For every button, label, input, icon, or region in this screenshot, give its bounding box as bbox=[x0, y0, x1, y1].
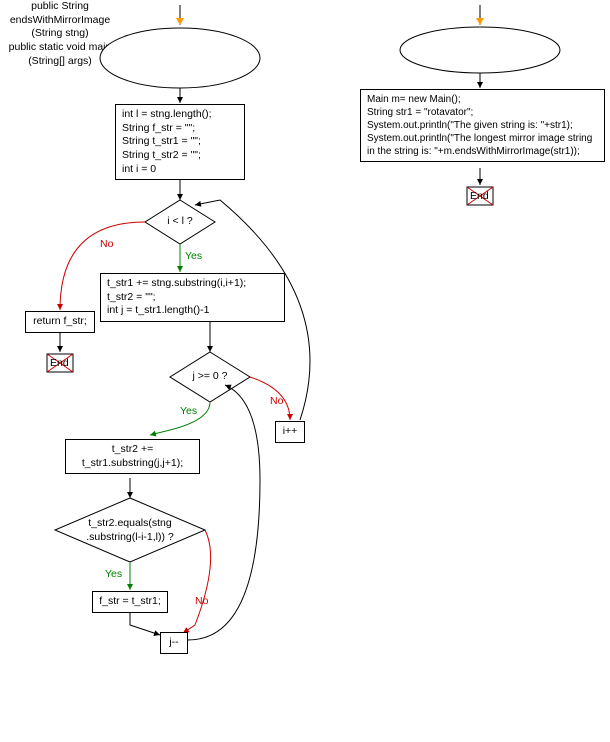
end-left-1: End bbox=[50, 357, 69, 369]
edge-no-j: No bbox=[270, 395, 283, 407]
return-node: return f_str; bbox=[25, 311, 95, 333]
substr-block-node: t_str2 += t_str1.substring(j,j+1); bbox=[65, 439, 200, 474]
end-right: End bbox=[470, 190, 489, 202]
edge-no-i: No bbox=[100, 238, 113, 250]
init-block-node: int l = stng.length(); String f_str = ""… bbox=[115, 104, 245, 180]
condition-j-node: j >= 0 ? bbox=[187, 370, 233, 384]
assign-fstr-node: f_str = t_str1; bbox=[92, 591, 168, 613]
condition-equals-node: t_str2.equals(stng .substring(l-i-1,l)) … bbox=[80, 517, 180, 544]
decrement-j-node: j-- bbox=[160, 632, 188, 654]
inner-block-node: t_str1 += stng.substring(i,i+1); t_str2 … bbox=[100, 273, 285, 322]
edge-yes-j: Yes bbox=[180, 405, 197, 417]
edge-no-eq: No bbox=[195, 595, 208, 607]
edge-yes-i: Yes bbox=[185, 250, 202, 262]
increment-i-node: i++ bbox=[275, 421, 305, 443]
condition-i-node: i < l ? bbox=[160, 215, 200, 229]
edge-yes-eq: Yes bbox=[105, 568, 122, 580]
main-body-node: Main m= new Main(); String str1 = "rotav… bbox=[360, 89, 605, 162]
